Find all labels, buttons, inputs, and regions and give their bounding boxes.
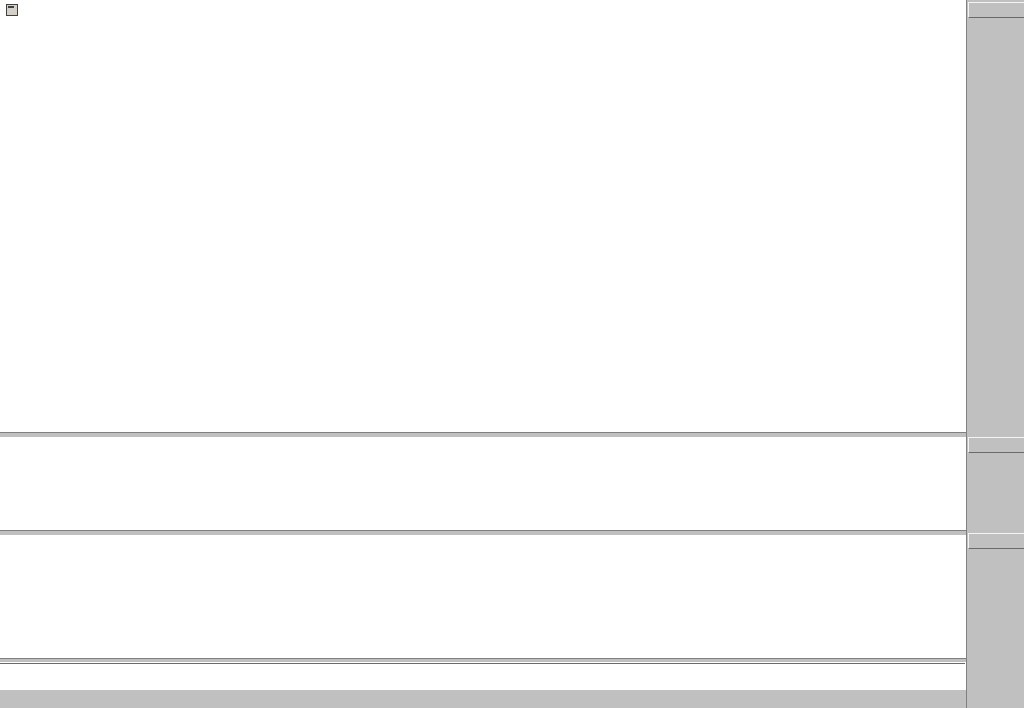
currency-header [968, 2, 1024, 18]
window-icon[interactable] [6, 4, 18, 16]
spd-scale-header [968, 533, 1024, 549]
price-chart-canvas[interactable] [0, 0, 966, 432]
footer-branding [0, 690, 1024, 708]
right-scale-margin[interactable] [966, 0, 1024, 708]
trading-app-window [0, 0, 1024, 708]
rsi-indicator-panel[interactable] [0, 438, 966, 530]
spd-indicator-panel[interactable] [0, 536, 966, 658]
price-chart-panel[interactable] [0, 0, 966, 432]
rsi-chart-canvas[interactable] [0, 438, 966, 530]
time-axis[interactable] [0, 663, 965, 691]
spd-chart-canvas[interactable] [0, 536, 966, 658]
rsi-scale-header [968, 437, 1024, 453]
